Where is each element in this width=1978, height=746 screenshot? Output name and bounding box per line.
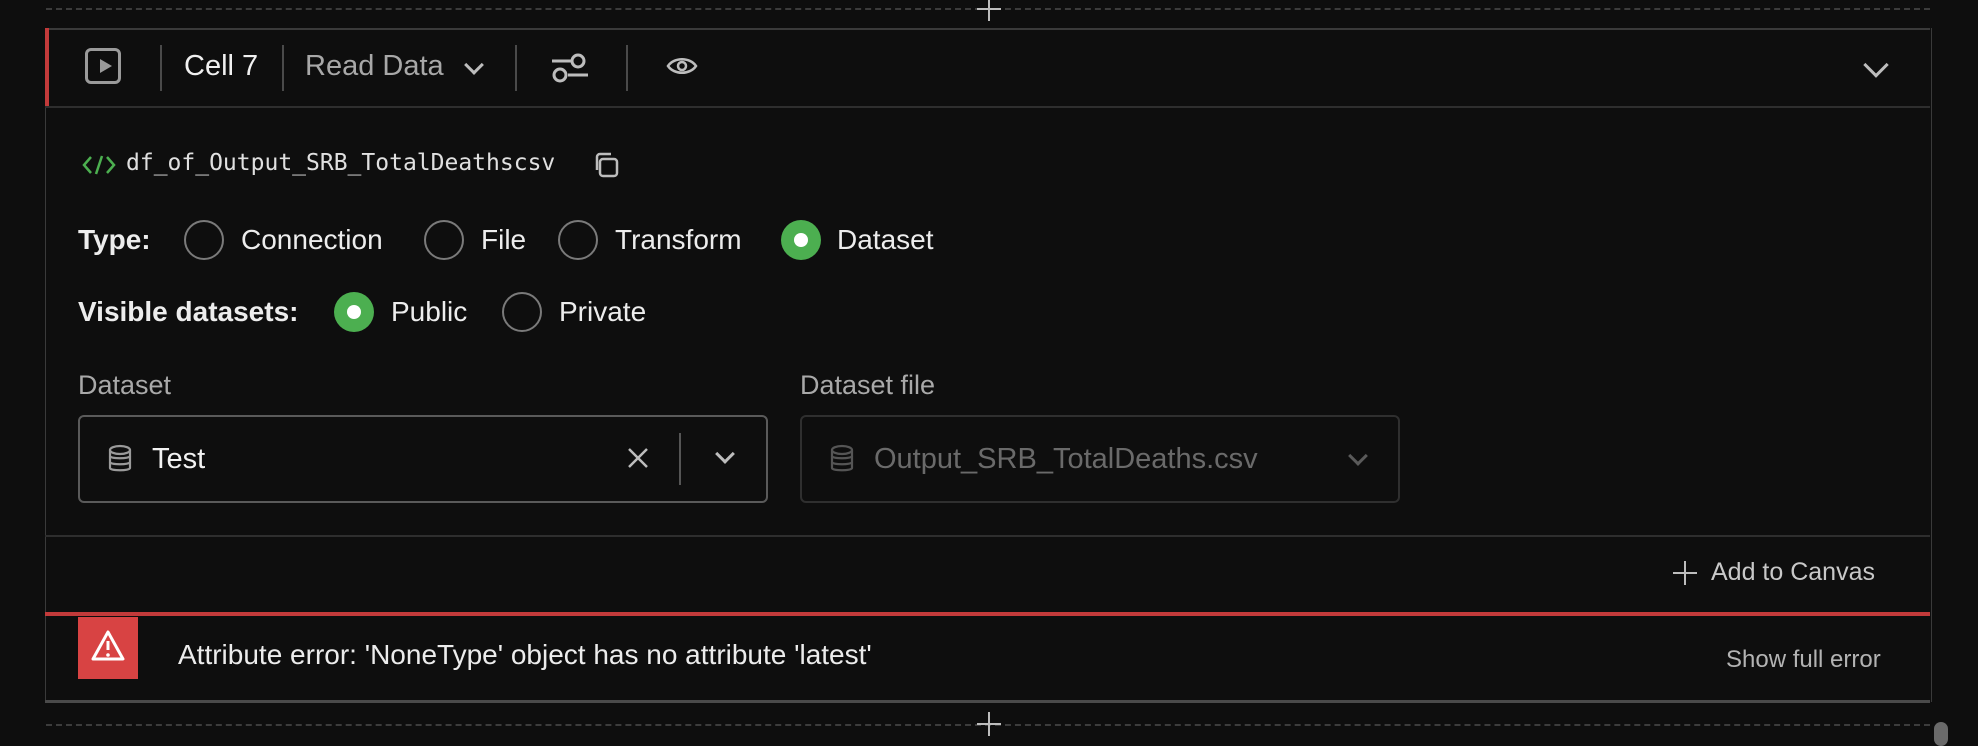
cell-error-accent: [45, 28, 49, 106]
clear-icon[interactable]: [626, 446, 650, 470]
toolbar-divider: [282, 45, 284, 91]
toolbar-divider: [160, 45, 162, 91]
add-icon: [1672, 560, 1698, 586]
radio-label-private: Private: [559, 296, 647, 327]
radio-label-dataset: Dataset: [837, 224, 934, 255]
type-label: Type:: [78, 224, 151, 255]
eye-icon[interactable]: [666, 54, 698, 78]
body-bottom-border: [45, 535, 1930, 537]
cell-top-border: [45, 28, 1930, 30]
add-to-canvas-button[interactable]: Add to Canvas: [1711, 558, 1875, 587]
error-message: Attribute error: 'NoneType' object has n…: [178, 639, 872, 670]
dataset-file-select-value: Output_SRB_TotalDeaths.csv: [874, 443, 1258, 475]
warning-icon: [91, 630, 125, 661]
radio-public[interactable]: [334, 292, 374, 332]
dataset-field-label: Dataset: [78, 370, 172, 400]
visible-datasets-label: Visible datasets:: [78, 296, 299, 327]
output-variable-name: df_of_Output_SRB_TotalDeathscsv: [126, 150, 556, 176]
database-icon: [108, 444, 132, 472]
radio-label-public: Public: [391, 296, 468, 327]
show-full-error-button[interactable]: Show full error: [1726, 646, 1881, 674]
radio-label-file: File: [481, 224, 527, 255]
database-icon: [830, 444, 854, 472]
add-cell-below-icon[interactable]: [976, 711, 1002, 737]
radio-file[interactable]: [424, 220, 464, 260]
radio-connection[interactable]: [184, 220, 224, 260]
cell-type-label: Read Data: [305, 50, 444, 82]
radio-dataset[interactable]: [781, 220, 821, 260]
toolbar-divider: [626, 45, 628, 91]
scrollbar-thumb[interactable]: [1934, 722, 1948, 746]
radio-label-transform: Transform: [615, 224, 742, 255]
code-icon: [82, 155, 116, 175]
cell-title: Cell 7: [184, 50, 259, 82]
add-cell-above-icon[interactable]: [976, 0, 1002, 22]
settings-sliders-icon[interactable]: [550, 50, 590, 86]
toolbar-divider: [515, 45, 517, 91]
copy-icon[interactable]: [592, 151, 620, 179]
toolbar-bottom-border: [45, 106, 1930, 108]
cell-bottom-border: [45, 700, 1930, 703]
radio-transform[interactable]: [558, 220, 598, 260]
run-cell-button[interactable]: [85, 48, 121, 84]
dataset-select-value: Test: [152, 443, 206, 475]
error-bar: [45, 612, 1930, 616]
radio-label-connection: Connection: [241, 224, 383, 255]
select-divider: [679, 433, 681, 485]
notebook-cell: [45, 28, 1932, 702]
radio-private[interactable]: [502, 292, 542, 332]
dataset-file-field-label: Dataset file: [800, 370, 936, 400]
